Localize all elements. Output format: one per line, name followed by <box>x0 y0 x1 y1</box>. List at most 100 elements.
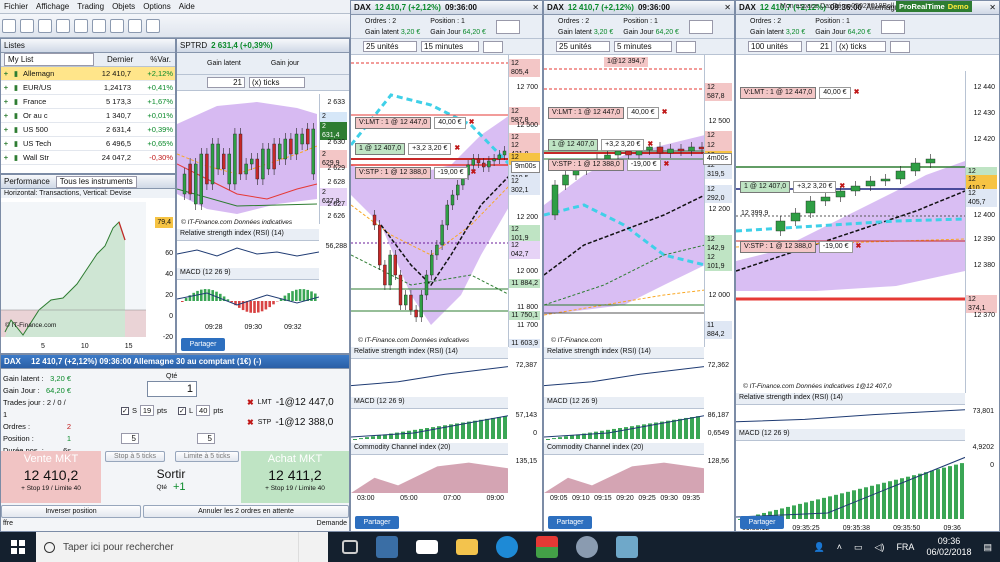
ticks-input[interactable]: 21 <box>207 77 245 88</box>
exit-button[interactable]: Sortir Qté +1 <box>101 463 241 503</box>
stp-order-chip[interactable]: V:STP : 1 @ 12 388,0 -19,00 € ✖ <box>355 167 476 179</box>
expand-icon[interactable]: + <box>1 67 11 80</box>
units-select[interactable]: 25 unités <box>363 41 417 52</box>
chart-style-icon[interactable] <box>495 19 520 34</box>
expand-icon[interactable]: + <box>1 123 11 136</box>
network-icon[interactable]: ▭ <box>854 542 863 553</box>
chart-style-icon[interactable] <box>880 19 905 34</box>
stop-points-input[interactable]: 19 <box>140 405 155 416</box>
ticks-unit-select[interactable]: (x) ticks <box>249 77 305 88</box>
lmt-order-chip[interactable]: V:LMT : 1 @ 12 447,0 40,00 € ✖ <box>355 117 474 129</box>
menu-options[interactable]: Options <box>139 0 175 14</box>
share-button[interactable]: Partager <box>355 516 399 529</box>
cancel-stp-icon[interactable]: ✖ <box>247 413 254 433</box>
chart-type-icon[interactable] <box>676 40 696 53</box>
limit-ticks-input[interactable]: 5 <box>197 433 215 444</box>
stop-checkbox[interactable]: ✓ <box>121 406 129 415</box>
chevron-up-icon[interactable]: ˄ <box>837 542 842 552</box>
chart-type-icon[interactable] <box>483 40 503 53</box>
orders-icon[interactable] <box>56 18 70 33</box>
chart-icon[interactable] <box>20 18 34 33</box>
cancel-lmt-icon[interactable]: ✖ <box>247 393 254 413</box>
news-icon[interactable] <box>128 18 142 33</box>
interval-select[interactable]: 15 minutes <box>421 41 479 52</box>
interval-select[interactable]: 5 minutes <box>614 41 672 52</box>
lmt-order-chip[interactable]: V:LMT : 1 @ 12 447,0 40,00 € ✖ <box>548 107 667 119</box>
lmt-order-chip[interactable]: V:LMT : 1 @ 12 447,0 40,00 € ✖ <box>740 87 859 99</box>
cancel-order-icon[interactable]: ✖ <box>856 242 862 252</box>
pos-order-chip[interactable]: 1 @ 12 407,0 +3,2 3,20 € ✖ <box>355 143 460 155</box>
share-button[interactable]: Partager <box>740 516 784 529</box>
invert-position-button[interactable]: Inverser position <box>1 505 141 518</box>
quantity-input[interactable]: 1 <box>147 381 197 397</box>
expand-icon[interactable]: + <box>1 109 11 122</box>
language-indicator[interactable]: FRA <box>896 542 914 552</box>
close-icon[interactable]: ✕ <box>532 1 539 14</box>
menu-fichier[interactable]: Fichier <box>0 0 32 14</box>
list-row[interactable]: + ▮ Or au c 1 340,7 +0,01% <box>1 109 175 123</box>
people-icon[interactable]: 👤 <box>814 542 825 553</box>
units-select[interactable]: 25 unités <box>556 41 610 52</box>
close-icon[interactable]: ✕ <box>989 1 996 14</box>
menu-objets[interactable]: Objets <box>108 0 139 14</box>
stp-order-chip[interactable]: V:STP : 1 @ 12 388,0 -19,00 € ✖ <box>548 159 669 171</box>
expand-icon[interactable]: + <box>1 95 11 108</box>
chart-type-icon[interactable] <box>890 40 910 53</box>
stp-order-chip[interactable]: V:STP : 1 @ 12 388,0 -19,00 € ✖ <box>740 241 861 253</box>
expand-icon[interactable]: + <box>1 151 11 164</box>
cancel-order-icon[interactable]: ✖ <box>454 144 460 154</box>
menu-aide[interactable]: Aide <box>175 0 199 14</box>
microphone-icon[interactable] <box>298 532 328 562</box>
list-row[interactable]: + ▮ Wall Str 24 047,2 -0,30% <box>1 151 175 165</box>
prorealtime-icon[interactable] <box>536 536 558 558</box>
app-icon[interactable] <box>576 536 598 558</box>
expand-icon[interactable]: + <box>1 137 11 150</box>
cancel-order-icon[interactable]: ✖ <box>854 88 860 98</box>
volume-icon[interactable]: ◁) <box>875 542 885 553</box>
cancel-order-icon[interactable]: ✖ <box>471 168 477 178</box>
settings-icon[interactable] <box>146 18 160 33</box>
stop-5-ticks-button[interactable]: Stop à 5 ticks <box>105 451 165 462</box>
units-select[interactable]: 100 unités <box>748 41 802 52</box>
buy-market-button[interactable]: Achat MKT 12 411,2 + Stop 19 / Limite 40 <box>241 451 349 503</box>
cancel-order-icon[interactable]: ✖ <box>662 108 668 118</box>
alerts-icon[interactable] <box>92 18 106 33</box>
instrument-filter[interactable]: Tous les instruments <box>55 175 137 188</box>
list-row[interactable]: + ▮ France 5 173,3 +1,67% <box>1 95 175 109</box>
pos-order-chip[interactable]: 1 @ 12 407,0 +3,2 3,20 € ✖ <box>548 139 653 151</box>
cancel-order-icon[interactable]: ✖ <box>469 118 475 128</box>
screener-icon[interactable] <box>110 18 124 33</box>
list-row[interactable]: + ▮ US Tech 6 496,5 +0,65% <box>1 137 175 151</box>
stop-ticks-input[interactable]: 5 <box>121 433 139 444</box>
folder-icon[interactable] <box>456 539 478 555</box>
menu-trading[interactable]: Trading <box>73 0 108 14</box>
expand-icon[interactable]: + <box>1 81 11 94</box>
limit-5-ticks-button[interactable]: Limite à 5 ticks <box>175 451 239 462</box>
clock[interactable]: 09:36 06/02/2018 <box>926 536 971 558</box>
search-box[interactable]: Taper ici pour rechercher <box>36 532 298 562</box>
windows-start-icon[interactable] <box>0 532 36 562</box>
cancel-order-icon[interactable]: ✖ <box>839 182 845 192</box>
chart-style-icon[interactable] <box>688 19 713 34</box>
interval-unit-select[interactable]: (x) ticks <box>836 41 886 52</box>
new-window-icon[interactable] <box>2 18 16 33</box>
share-button[interactable]: Partager <box>548 516 592 529</box>
close-icon[interactable]: ✕ <box>724 1 731 14</box>
list-icon[interactable] <box>38 18 52 33</box>
interval-select[interactable]: 21 <box>806 41 832 52</box>
portfolio-icon[interactable] <box>74 18 88 33</box>
sell-market-button[interactable]: Vente MKT 12 410,2 + Stop 19 / Limite 40 <box>1 451 101 503</box>
pos-order-chip[interactable]: 1 @ 12 407,0 +3,2 3,20 € ✖ <box>740 181 845 193</box>
mail-icon[interactable] <box>416 540 438 554</box>
app2-icon[interactable] <box>616 536 638 558</box>
cancel-order-icon[interactable]: ✖ <box>647 140 653 150</box>
notifications-icon[interactable]: ▤ <box>983 542 992 553</box>
list-row[interactable]: + ▮ Allemagn 12 410,7 +2,12% <box>1 67 175 81</box>
cancel-orders-button[interactable]: Annuler les 2 ordres en attente <box>143 505 349 518</box>
list-row[interactable]: + ▮ EUR/US 1,24173 +0,41% <box>1 81 175 95</box>
menu-affichage[interactable]: Affichage <box>32 0 73 14</box>
edge-icon[interactable] <box>496 536 518 558</box>
store-icon[interactable] <box>376 536 398 558</box>
limit-checkbox[interactable]: ✓ <box>178 406 187 415</box>
cancel-order-icon[interactable]: ✖ <box>664 160 670 170</box>
